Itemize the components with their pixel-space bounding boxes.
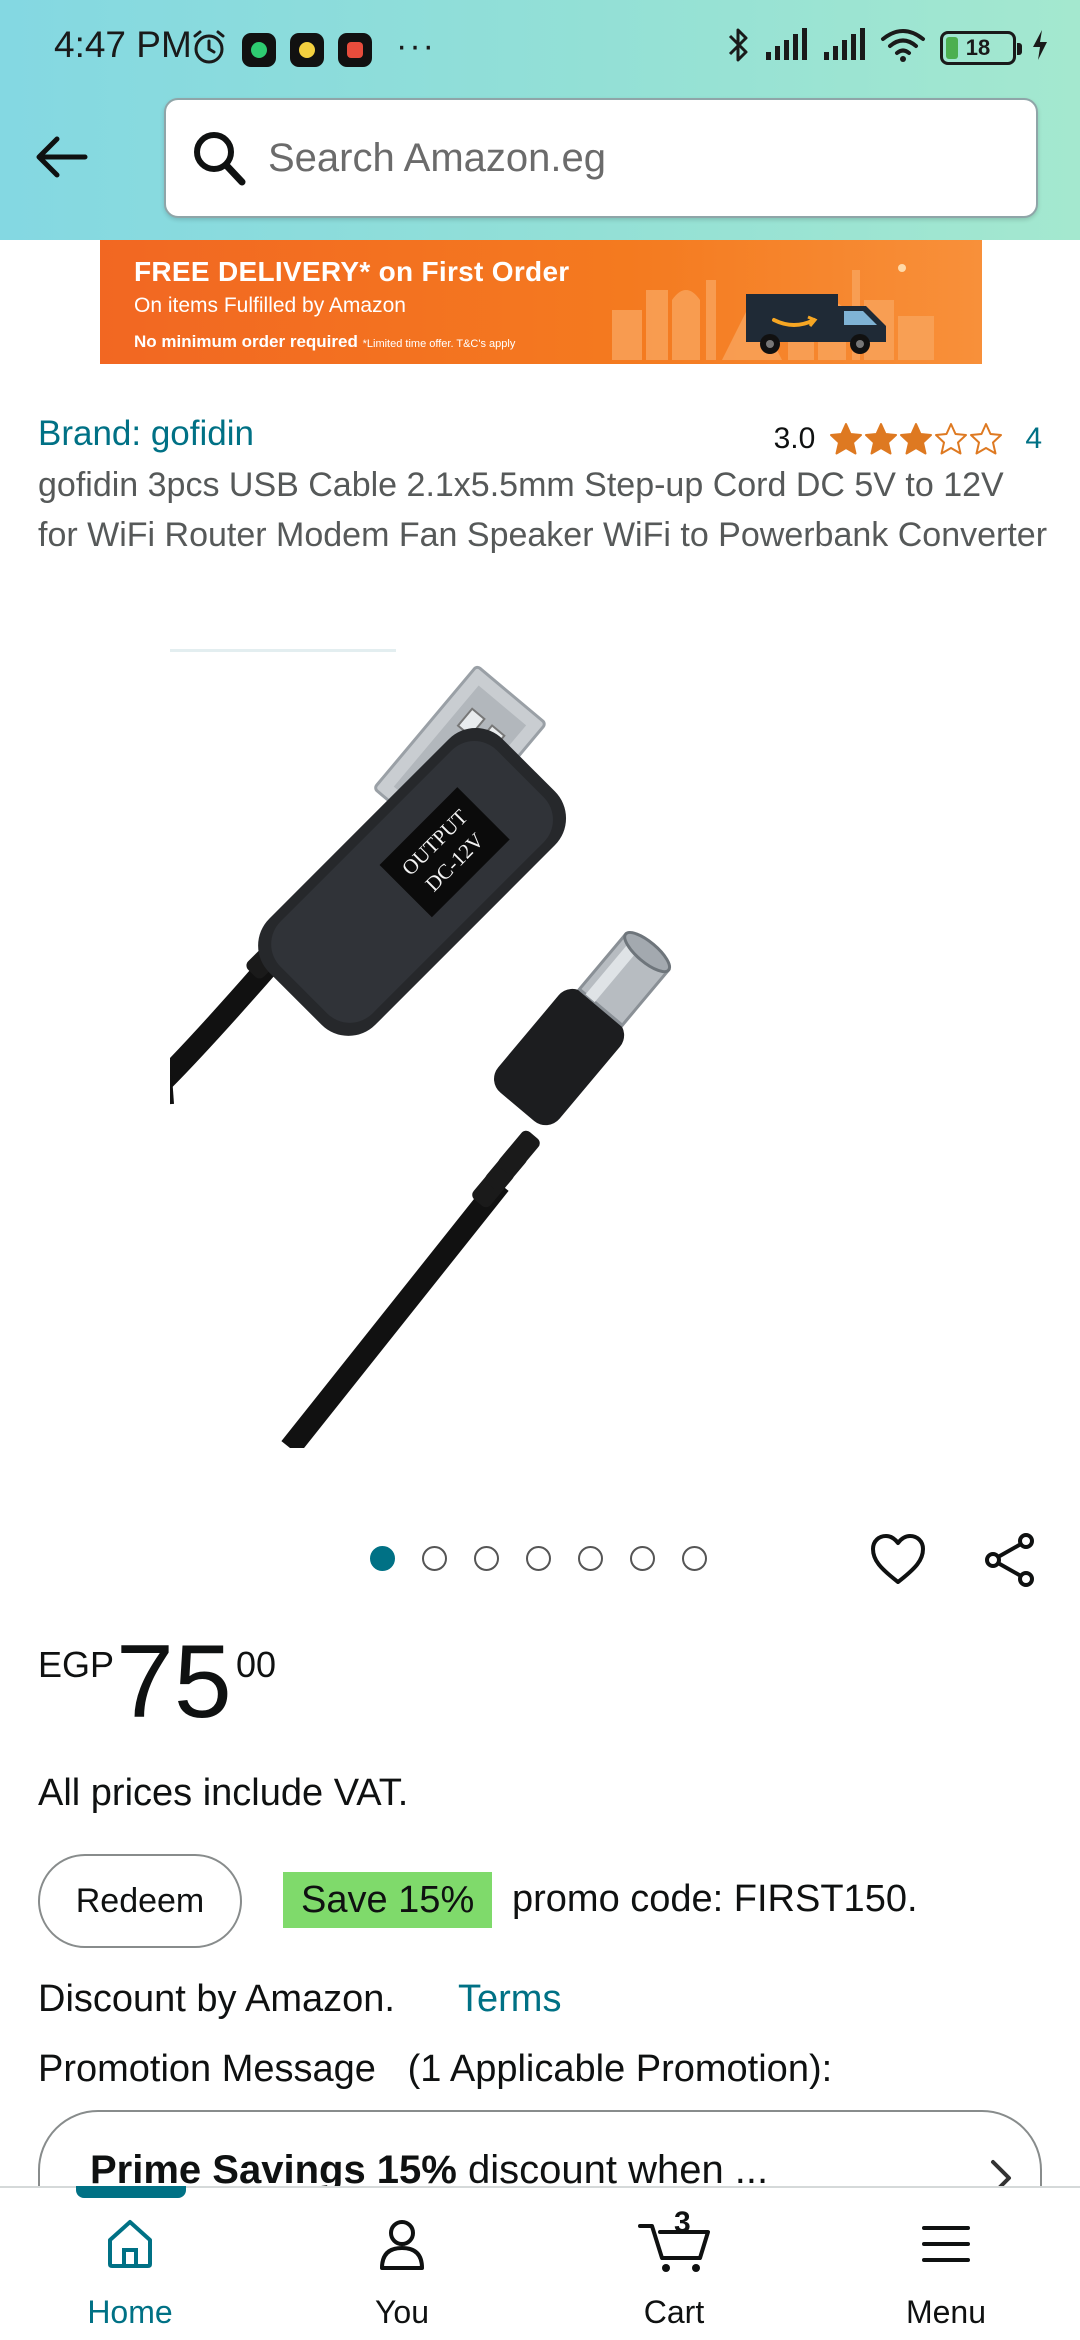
app-icon bbox=[290, 32, 324, 67]
alarm-icon bbox=[190, 28, 228, 71]
search-icon bbox=[194, 132, 246, 186]
carousel-dot[interactable] bbox=[422, 1546, 447, 1571]
carousel-dot[interactable] bbox=[474, 1546, 499, 1571]
menu-icon bbox=[922, 2226, 970, 2262]
rating-summary[interactable]: 3.0 4 bbox=[774, 422, 1042, 456]
carousel-dot[interactable] bbox=[526, 1546, 551, 1571]
system-icons: 18 bbox=[726, 26, 1050, 69]
rating-count: 4 bbox=[1025, 422, 1042, 455]
user-icon bbox=[380, 2220, 424, 2270]
star-filled-icon bbox=[830, 423, 863, 455]
image-carousel-dots[interactable] bbox=[370, 1546, 707, 1571]
cable-strain-relief-right bbox=[472, 1130, 540, 1208]
app-header: 4:47 PM ··· 18 bbox=[0, 0, 1080, 240]
arrow-left-icon bbox=[36, 136, 88, 178]
star-filled-icon bbox=[900, 423, 933, 455]
youtube-icon bbox=[338, 32, 372, 67]
star-filled-icon bbox=[865, 423, 898, 455]
product-title: gofidin 3pcs USB Cable 2.1x5.5mm Step-up… bbox=[38, 466, 1048, 554]
redeem-button[interactable]: Redeem bbox=[38, 1854, 242, 1948]
carousel-dot[interactable] bbox=[578, 1546, 603, 1571]
nav-cart[interactable]: 3 Cart bbox=[574, 2188, 774, 2340]
signal-icon bbox=[822, 28, 866, 67]
cart-count-badge: 3 bbox=[674, 2206, 691, 2239]
price-currency: EGP bbox=[38, 1644, 115, 1685]
nav-you-label: You bbox=[375, 2294, 429, 2330]
whatsapp-icon bbox=[242, 32, 276, 67]
battery-icon: 18 bbox=[940, 30, 1022, 65]
banner-title: FREE DELIVERY* on First Order bbox=[134, 256, 570, 287]
carousel-dot[interactable] bbox=[370, 1546, 395, 1571]
wifi-icon bbox=[880, 27, 926, 68]
nav-you[interactable]: You bbox=[302, 2188, 502, 2340]
banner-note: No minimum order required *Limited time … bbox=[134, 332, 516, 351]
bottom-navigation: Home You 3 Cart Menu bbox=[0, 2186, 1080, 2340]
back-button[interactable] bbox=[28, 124, 94, 190]
save-badge: Save 15% bbox=[283, 1872, 493, 1928]
star-empty-icon bbox=[935, 423, 968, 455]
dc-barrel-plug bbox=[494, 931, 672, 1126]
discount-text: Discount by Amazon. bbox=[38, 1978, 395, 2020]
banner-subtitle: On items Fulfilled by Amazon bbox=[134, 294, 406, 317]
search-bar[interactable] bbox=[164, 98, 1038, 218]
carousel-dot[interactable] bbox=[630, 1546, 655, 1571]
notification-icons: ··· bbox=[190, 28, 436, 71]
star-rating bbox=[829, 422, 1003, 456]
terms-link[interactable]: Terms bbox=[458, 1978, 561, 2021]
nav-home[interactable]: Home bbox=[30, 2188, 230, 2340]
promo-code-text: promo code: FIRST150. bbox=[512, 1878, 918, 1920]
nav-home-label: Home bbox=[87, 2294, 173, 2330]
status-time: 4:47 PM bbox=[54, 24, 192, 65]
home-icon bbox=[108, 2220, 152, 2268]
nav-menu[interactable]: Menu bbox=[846, 2188, 1046, 2340]
vat-note: All prices include VAT. bbox=[38, 1772, 409, 1814]
search-input[interactable] bbox=[268, 122, 1008, 194]
brand-link[interactable]: Brand: gofidin bbox=[38, 414, 254, 454]
charging-icon bbox=[1030, 28, 1050, 67]
signal-icon bbox=[764, 28, 808, 67]
status-bar: 4:47 PM ··· 18 bbox=[0, 0, 1080, 96]
nav-cart-label: Cart bbox=[643, 2294, 705, 2330]
more-icon: ··· bbox=[396, 26, 436, 65]
share-button[interactable] bbox=[980, 1530, 1040, 1590]
delivery-van-icon bbox=[746, 294, 886, 354]
price-fraction: 00 bbox=[236, 1644, 277, 1685]
price-whole: 75 bbox=[116, 1624, 232, 1740]
carousel-dot[interactable] bbox=[682, 1546, 707, 1571]
product-image[interactable]: OUTPUT DC-12V bbox=[170, 664, 910, 1448]
promotion-message: Promotion Message (1 Applicable Promotio… bbox=[38, 2048, 833, 2090]
star-empty-icon bbox=[970, 423, 1003, 455]
free-delivery-banner[interactable]: FREE DELIVERY* on First Order On items F… bbox=[100, 240, 982, 364]
nav-menu-label: Menu bbox=[905, 2294, 987, 2330]
share-icon bbox=[985, 1533, 1034, 1587]
heart-icon bbox=[871, 1534, 925, 1584]
wishlist-button[interactable] bbox=[868, 1530, 928, 1590]
rating-value: 3.0 bbox=[773, 422, 816, 455]
battery-level: 18 bbox=[965, 34, 991, 60]
bluetooth-icon bbox=[726, 26, 750, 69]
image-divider bbox=[170, 649, 396, 652]
